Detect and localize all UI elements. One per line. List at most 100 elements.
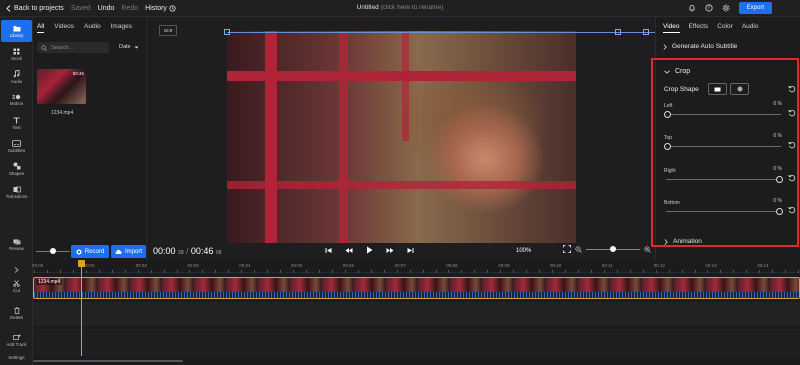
record-button[interactable]: Record — [71, 245, 109, 258]
sort-dropdown[interactable]: Date — [119, 44, 139, 50]
music-icon — [13, 70, 20, 78]
help-icon[interactable]: ? — [705, 4, 713, 12]
trash-icon — [14, 307, 19, 314]
crop-handle-top-left[interactable] — [224, 29, 230, 35]
nav-item-stock[interactable]: Stock — [1, 43, 32, 65]
back-button[interactable]: Back to projects — [6, 5, 64, 12]
tab-images[interactable]: Images — [111, 23, 132, 33]
skip-start-icon[interactable] — [325, 247, 332, 254]
search-input[interactable] — [51, 44, 106, 51]
skip-end-icon[interactable] — [407, 247, 414, 254]
preview-zoom-slider[interactable] — [586, 245, 640, 252]
ruler-tick-mark — [319, 270, 320, 273]
import-button[interactable]: Import — [111, 245, 146, 258]
slider-knob[interactable] — [610, 245, 616, 252]
zoom-in-icon[interactable] — [644, 245, 651, 253]
project-name: Untitled — [356, 4, 379, 11]
playhead-handle[interactable] — [78, 260, 85, 267]
nav-item-shapes[interactable]: Shapes — [1, 158, 32, 180]
tab-effects[interactable]: Effects — [689, 23, 709, 33]
review-label: Review — [9, 246, 24, 251]
crop-handle-top-mid[interactable] — [615, 29, 621, 35]
delete-button[interactable]: Delete — [0, 307, 33, 320]
ruler-tick-label: 00:10 — [550, 263, 562, 268]
media-filename: 1234.mp4 — [51, 110, 74, 116]
tool-label: Settings — [8, 355, 25, 360]
zoom-out-icon[interactable] — [575, 245, 582, 253]
undo-button[interactable]: Undo — [98, 5, 115, 12]
timeline-zoom-slider[interactable] — [36, 248, 70, 254]
search-box — [37, 42, 109, 53]
ruler-tick-mark — [603, 270, 605, 273]
preview-area: 16:9 — [147, 17, 696, 260]
tab-all[interactable]: All — [37, 23, 45, 33]
ruler-tick-mark — [111, 270, 113, 273]
settings-icon[interactable] — [722, 4, 730, 12]
slider-knob[interactable] — [50, 248, 56, 254]
ruler-tick-label: 00:12 — [653, 263, 665, 268]
library-panel: All Videos Audio Images Date 00:46 1234.… — [33, 17, 147, 260]
fullscreen-icon[interactable] — [563, 245, 571, 253]
review-button[interactable]: Review — [0, 239, 33, 251]
crop-handle-top-right[interactable] — [643, 29, 649, 35]
nav-item-audio[interactable]: Audio — [1, 66, 32, 88]
video-clip[interactable]: 1234.mp4 — [33, 277, 800, 299]
ruler-tick-label: 00:11 — [601, 263, 613, 268]
nav-item-subtitles[interactable]: Subtitles — [1, 135, 32, 157]
tab-videos[interactable]: Videos — [54, 23, 74, 33]
cloud-upload-icon — [115, 249, 122, 254]
ruler-tick-mark — [60, 270, 61, 273]
collapse-timeline-toggle[interactable] — [0, 267, 33, 273]
history-button[interactable]: History — [145, 5, 176, 12]
redo-button[interactable]: Redo — [121, 5, 138, 12]
frame-bar — [265, 31, 277, 243]
timeline-ruler[interactable]: 00:00 00:01 00:02 00:03 00:04 00:05 00:06 00:07… — [32, 260, 800, 273]
tab-audio[interactable]: Audio — [742, 23, 759, 33]
playhead[interactable] — [78, 260, 85, 356]
ruler-tick-mark — [461, 270, 463, 273]
timeline-track-empty[interactable] — [33, 329, 800, 356]
ruler-tick-mark — [357, 270, 359, 273]
ruler-tick-mark — [616, 270, 618, 273]
folder-icon — [13, 25, 20, 31]
history-label: History — [145, 5, 167, 12]
bell-icon[interactable] — [688, 4, 696, 12]
ruler-tick-mark — [47, 270, 48, 273]
ruler-tick-mark — [306, 270, 307, 273]
ruler-tick-label: 00:02 — [135, 263, 147, 268]
timeline-scrollbar[interactable] — [33, 360, 183, 362]
tab-video[interactable]: Video — [663, 23, 680, 33]
ruler-tick-mark — [370, 270, 372, 273]
play-icon[interactable] — [366, 246, 373, 254]
timeline-track-empty[interactable] — [33, 302, 800, 326]
rewind-icon[interactable] — [345, 247, 353, 254]
ruler-tick-label: 00:08 — [446, 263, 458, 268]
tab-color[interactable]: Color — [717, 23, 733, 33]
timeline-settings-button[interactable]: Settings — [0, 355, 33, 360]
tab-audio[interactable]: Audio — [84, 23, 101, 33]
cut-button[interactable]: Cut — [0, 280, 33, 293]
generate-subtitle-label: Generate Auto Subtitle — [672, 43, 738, 50]
video-frame[interactable] — [227, 31, 576, 243]
total-time: 00:46 — [190, 246, 214, 256]
generate-subtitle-section[interactable]: Generate Auto Subtitle — [663, 43, 737, 50]
ruler-tick-mark — [474, 270, 476, 273]
clip-name: 1234.mp4 — [36, 279, 63, 285]
ruler-tick-label: 00:07 — [394, 263, 406, 268]
add-track-button[interactable]: Add Track — [0, 334, 33, 347]
media-thumbnail[interactable]: 00:46 — [37, 69, 86, 104]
preview-zoom-level[interactable]: 100% — [516, 248, 531, 254]
export-button[interactable]: Export — [738, 2, 772, 14]
ruler-tick-mark — [293, 270, 294, 273]
ruler-tick-mark — [487, 270, 489, 273]
nav-item-library[interactable]: Library — [1, 20, 32, 42]
nav-item-transitions[interactable]: Transitions — [1, 181, 32, 203]
fast-forward-icon[interactable] — [386, 247, 394, 254]
nav-item-motion[interactable]: Motion — [1, 89, 32, 111]
nav-label: Subtitles — [7, 147, 26, 153]
total-frames: 08 — [215, 250, 222, 256]
aspect-ratio-button[interactable]: 16:9 — [159, 25, 177, 36]
nav-item-text[interactable]: Text — [1, 112, 32, 134]
ruler-tick-mark — [344, 270, 346, 273]
ruler-tick-mark — [332, 270, 333, 273]
